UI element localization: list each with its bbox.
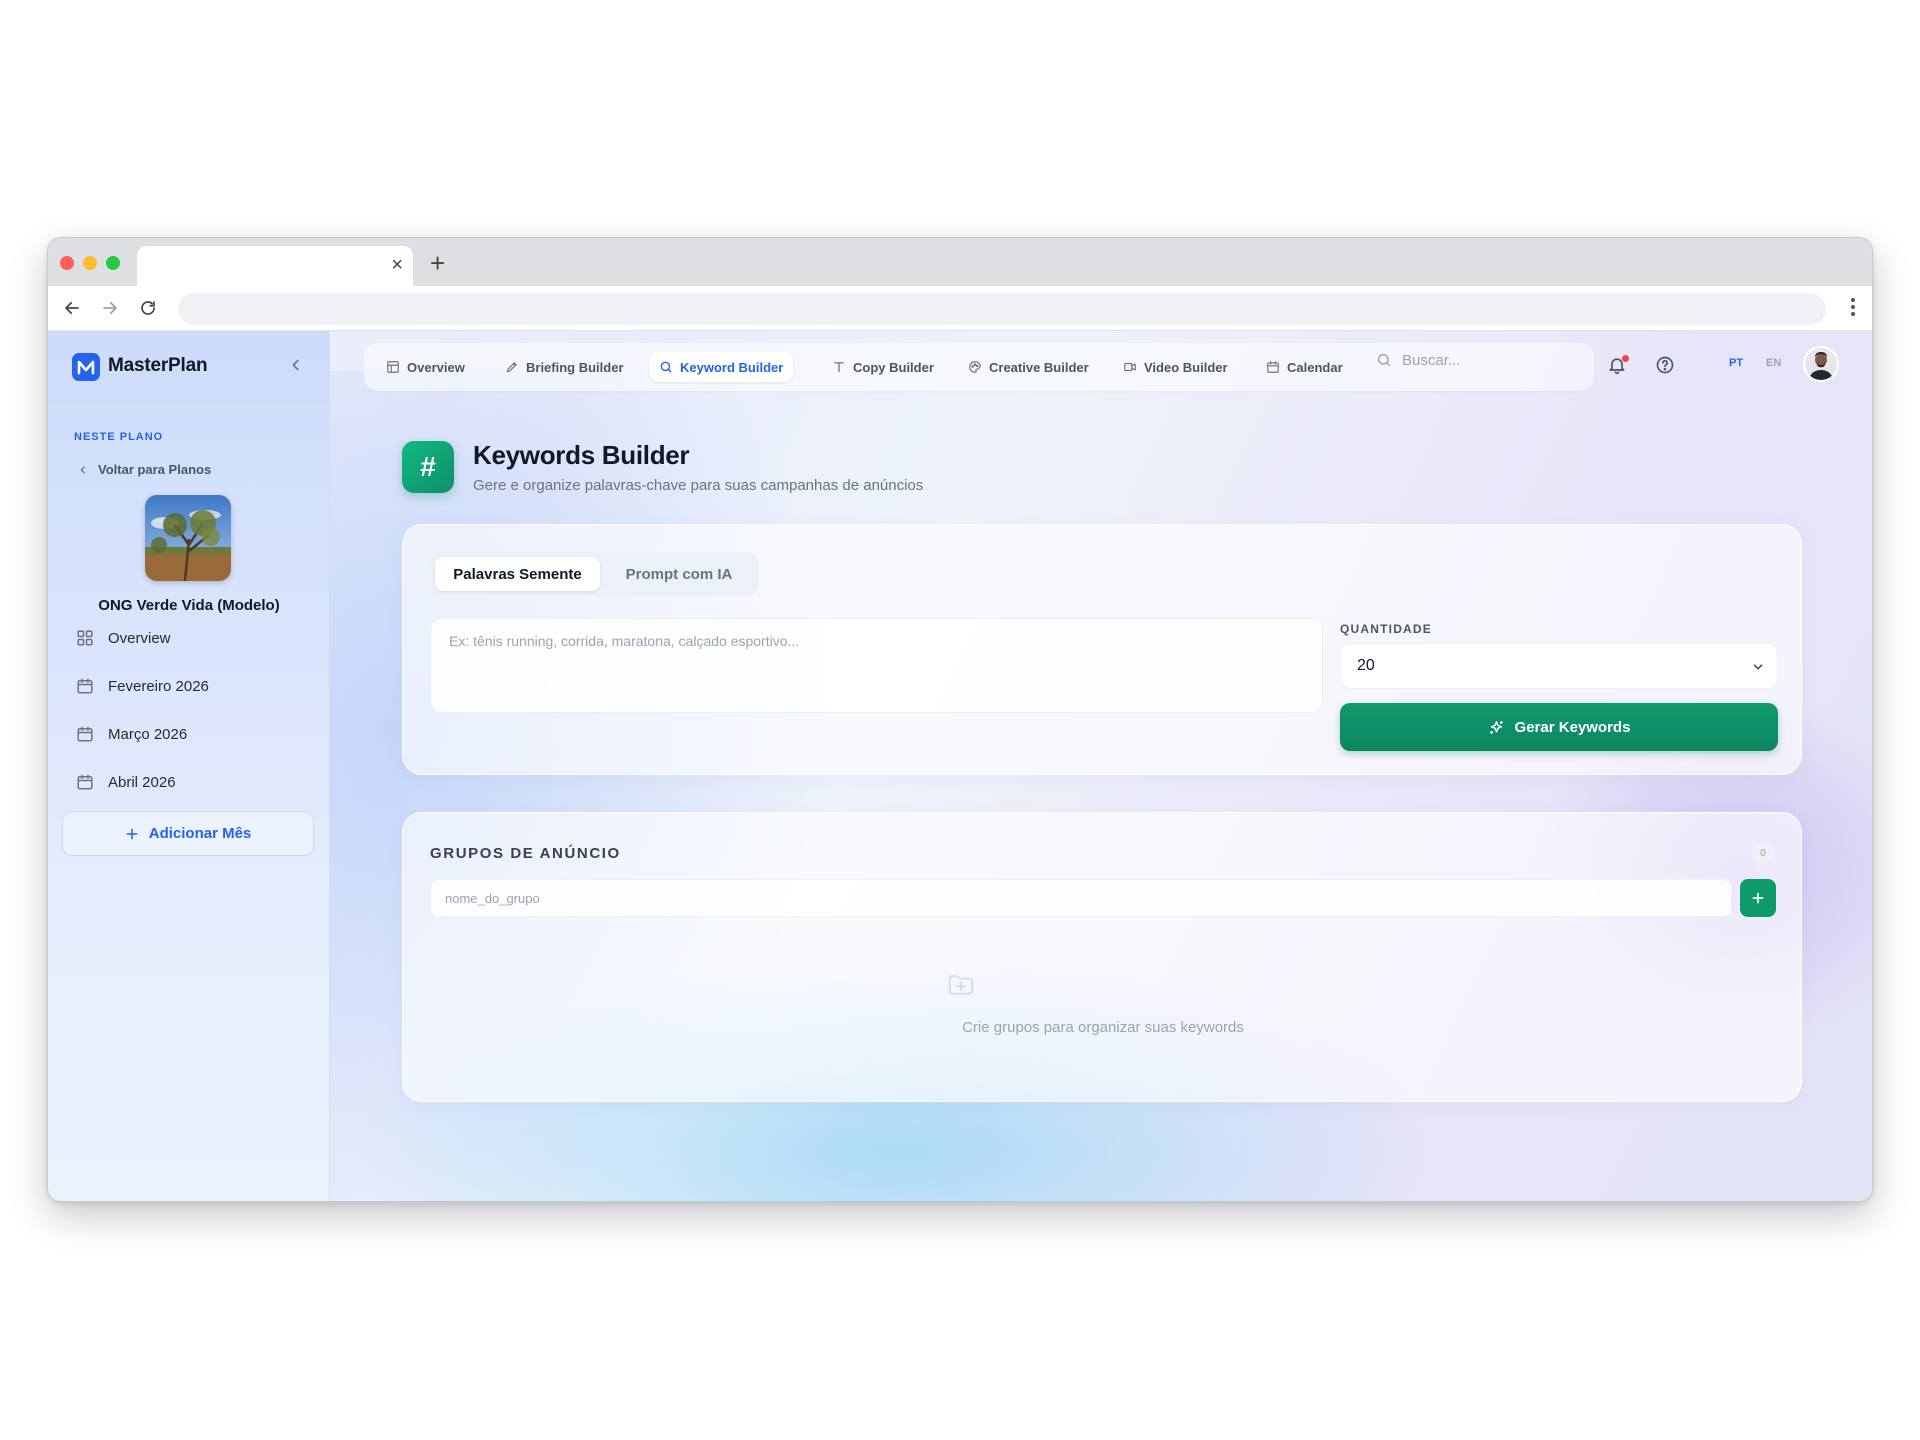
plus-icon: [126, 828, 138, 839]
back-arrow-icon[interactable]: [60, 296, 84, 320]
calendar-icon: [77, 726, 93, 742]
browser-window: × + MasterPlan NESTE PLANO Voltar para P…: [47, 237, 1873, 1202]
browser-toolbar: [48, 286, 1872, 331]
help-icon[interactable]: [1655, 355, 1675, 380]
browser-tab-bar: × +: [48, 238, 1872, 286]
tab-keyword-builder[interactable]: Keyword Builder: [649, 352, 794, 382]
tab-label: Video Builder: [1144, 359, 1228, 375]
maximize-window-dot[interactable]: [106, 256, 120, 270]
tab-briefing-builder[interactable]: Briefing Builder: [495, 352, 634, 382]
language-pt[interactable]: PT: [1729, 357, 1743, 369]
add-group-button[interactable]: [1740, 879, 1776, 917]
palette-icon: [969, 361, 981, 373]
generate-keywords-button[interactable]: Gerar Keywords: [1340, 703, 1778, 751]
organization-name: ONG Verde Vida (Modelo): [98, 597, 280, 614]
ad-groups-title: GRUPOS DE ANÚNCIO: [430, 845, 621, 862]
tab-prompt-com-ia[interactable]: Prompt com IA: [604, 557, 754, 591]
address-bar[interactable]: [178, 293, 1826, 325]
tab-calendar[interactable]: Calendar: [1256, 352, 1353, 382]
video-icon: [1124, 362, 1136, 372]
sidebar: MasterPlan NESTE PLANO Voltar para Plano…: [48, 331, 330, 1201]
tab-label: Calendar: [1287, 359, 1343, 375]
folder-plus-icon: [946, 970, 976, 1000]
language-en[interactable]: EN: [1766, 357, 1781, 369]
calendar-icon: [1267, 361, 1279, 373]
ad-groups-card: GRUPOS DE ANÚNCIO 0 Crie grupos para org…: [402, 812, 1802, 1102]
tab-label: Briefing Builder: [526, 359, 624, 375]
generate-keywords-label: Gerar Keywords: [1514, 718, 1631, 736]
chevron-left-icon: [80, 465, 85, 474]
tab-close-icon[interactable]: ×: [391, 255, 403, 275]
search-placeholder: Buscar...: [1402, 351, 1461, 369]
tab-label: Keyword Builder: [680, 359, 784, 375]
ad-groups-count-badge: 0: [1752, 842, 1774, 864]
masterplan-logo-icon: [72, 353, 100, 381]
search-icon: [1377, 353, 1391, 367]
sidebar-header: MasterPlan: [48, 331, 330, 403]
minimize-window-dot[interactable]: [83, 256, 97, 270]
search-icon: [660, 361, 672, 373]
organization-thumbnail: [145, 495, 231, 581]
reload-icon[interactable]: [136, 296, 160, 320]
browser-menu-icon[interactable]: [1850, 297, 1856, 322]
group-name-input[interactable]: [430, 879, 1732, 917]
tab-palavras-semente[interactable]: Palavras Semente: [435, 557, 600, 591]
new-tab-button[interactable]: +: [430, 250, 445, 276]
sidebar-item-marco-2026[interactable]: Março 2026: [76, 725, 187, 743]
quantity-select[interactable]: 20: [1340, 643, 1778, 689]
add-month-label: Adicionar Mês: [148, 825, 252, 842]
sidebar-item-label: Fevereiro 2026: [108, 677, 209, 695]
quantity-value: 20: [1357, 657, 1375, 674]
tab-overview[interactable]: Overview: [376, 352, 475, 382]
layout-icon: [387, 361, 399, 373]
tab-label: Creative Builder: [989, 359, 1089, 375]
pen-icon: [506, 362, 517, 373]
global-search[interactable]: Buscar...: [1376, 343, 1581, 377]
back-label: Voltar para Planos: [98, 462, 212, 477]
sidebar-item-fevereiro-2026[interactable]: Fevereiro 2026: [76, 677, 209, 695]
forward-arrow-icon[interactable]: [98, 296, 122, 320]
sparkles-icon: [1489, 720, 1503, 734]
tab-copy-builder[interactable]: Copy Builder: [822, 352, 944, 382]
sidebar-item-label: Abril 2026: [108, 773, 176, 791]
browser-tab[interactable]: ×: [137, 246, 413, 286]
app-viewport: MasterPlan NESTE PLANO Voltar para Plano…: [48, 331, 1872, 1201]
page-title: Keywords Builder: [473, 440, 690, 470]
tab-creative-builder[interactable]: Creative Builder: [958, 352, 1099, 382]
sidebar-item-abril-2026[interactable]: Abril 2026: [76, 773, 176, 791]
close-window-dot[interactable]: [60, 256, 74, 270]
sidebar-item-label: Overview: [108, 629, 171, 647]
chevron-down-icon: [1753, 664, 1763, 670]
section-label: NESTE PLANO: [74, 431, 164, 443]
grid-icon: [77, 630, 93, 646]
back-to-plans-link[interactable]: Voltar para Planos: [78, 462, 211, 477]
sidebar-item-overview[interactable]: Overview: [76, 629, 171, 647]
empty-state-text: Crie grupos para organizar suas keywords: [962, 1019, 1244, 1036]
notification-badge: [1622, 355, 1629, 362]
sidebar-item-label: Março 2026: [108, 725, 188, 743]
collapse-sidebar-icon[interactable]: [288, 357, 304, 378]
user-avatar[interactable]: [1803, 346, 1839, 382]
brand-name: MasterPlan: [108, 355, 208, 376]
keyword-generator-card: Palavras Semente Prompt com IA QUANTIDAD…: [402, 524, 1802, 775]
page-subtitle: Gere e organize palavras-chave para suas…: [473, 477, 924, 494]
seed-words-input[interactable]: [430, 618, 1323, 713]
calendar-icon: [77, 774, 93, 790]
hash-icon: #: [402, 441, 454, 493]
add-month-button[interactable]: Adicionar Mês: [62, 811, 314, 856]
input-mode-tabs: Palavras Semente Prompt com IA: [430, 552, 758, 596]
tab-label: Overview: [407, 359, 465, 375]
plus-icon: [1752, 892, 1764, 904]
tab-video-builder[interactable]: Video Builder: [1113, 352, 1238, 382]
tab-label: Copy Builder: [853, 359, 934, 375]
calendar-icon: [77, 678, 93, 694]
quantity-label: QUANTIDADE: [1340, 622, 1432, 636]
text-icon: [834, 362, 844, 373]
